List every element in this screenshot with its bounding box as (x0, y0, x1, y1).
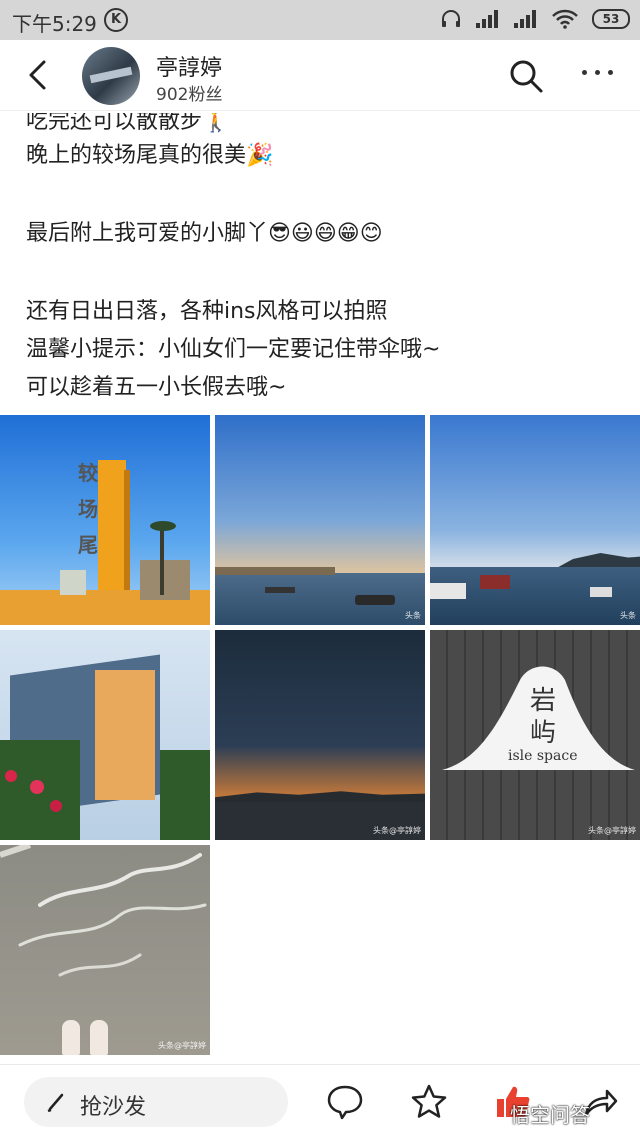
wifi-icon (552, 9, 578, 29)
sign-text: 较场尾 (78, 461, 98, 557)
pen-icon (47, 1093, 64, 1113)
photo-watermark: 头条@亭諄婷 (373, 826, 421, 835)
photo-thumbnail[interactable]: 较场尾 (0, 415, 210, 625)
bottom-action-bar: 抢沙发 悟空问答 (0, 1064, 640, 1139)
signal-icon-2 (514, 10, 538, 28)
comment-placeholder: 抢沙发 (80, 1095, 147, 1120)
photo-thumbnail[interactable]: 头条 (430, 415, 640, 625)
post-line: 还有日出日落，各种ins风格可以拍照 (26, 299, 388, 324)
headset-icon (442, 10, 460, 27)
photo-watermark: 头条 (405, 611, 421, 620)
k-badge-icon: K (104, 8, 128, 32)
fans-count: 902粉丝 (156, 85, 223, 105)
photo-watermark: 头条 (620, 611, 636, 620)
photo-thumbnail[interactable]: 岩 屿 isle space 头条@亭諄婷 (430, 630, 640, 840)
photo-thumbnail[interactable]: 头条@亭諄婷 (215, 630, 425, 840)
sign-text: isle space (508, 748, 578, 764)
wukong-watermark: 悟空问答 (510, 1103, 590, 1127)
sign-text: 屿 (530, 718, 557, 748)
search-icon[interactable] (508, 58, 544, 94)
photo-thumbnail[interactable]: 头条 (215, 415, 425, 625)
post-line: 温馨小提示：小仙女们一定要记住带伞哦~ (26, 337, 441, 362)
battery-icon: 53 (592, 9, 630, 29)
post-line: 晚上的较场尾真的很美🎉 (26, 143, 274, 168)
post-header: 亭諄婷 902粉丝 (0, 40, 640, 111)
photo-watermark: 头条@亭諄婷 (158, 1041, 206, 1050)
status-bar: 下午5:29 K 53 (0, 0, 640, 40)
signal-icon (476, 10, 500, 28)
comment-input[interactable]: 抢沙发 (24, 1077, 288, 1127)
back-arrow-icon[interactable] (22, 58, 56, 92)
more-options-icon[interactable] (582, 70, 613, 75)
photo-watermark: 头条@亭諄婷 (588, 826, 636, 835)
post-line: 最后附上我可爱的小脚丫😎😃😄😁😊 (26, 221, 383, 246)
avatar[interactable] (82, 47, 140, 105)
status-time: 下午5:29 (12, 12, 97, 36)
photo-thumbnail[interactable]: 头条@亭諄婷 (0, 845, 210, 1055)
username[interactable]: 亭諄婷 (156, 50, 222, 82)
post-line: 可以趁着五一小长假去哦~ (26, 375, 287, 400)
comment-icon[interactable] (326, 1083, 364, 1121)
photo-thumbnail[interactable] (0, 630, 210, 840)
star-icon[interactable] (410, 1083, 448, 1121)
